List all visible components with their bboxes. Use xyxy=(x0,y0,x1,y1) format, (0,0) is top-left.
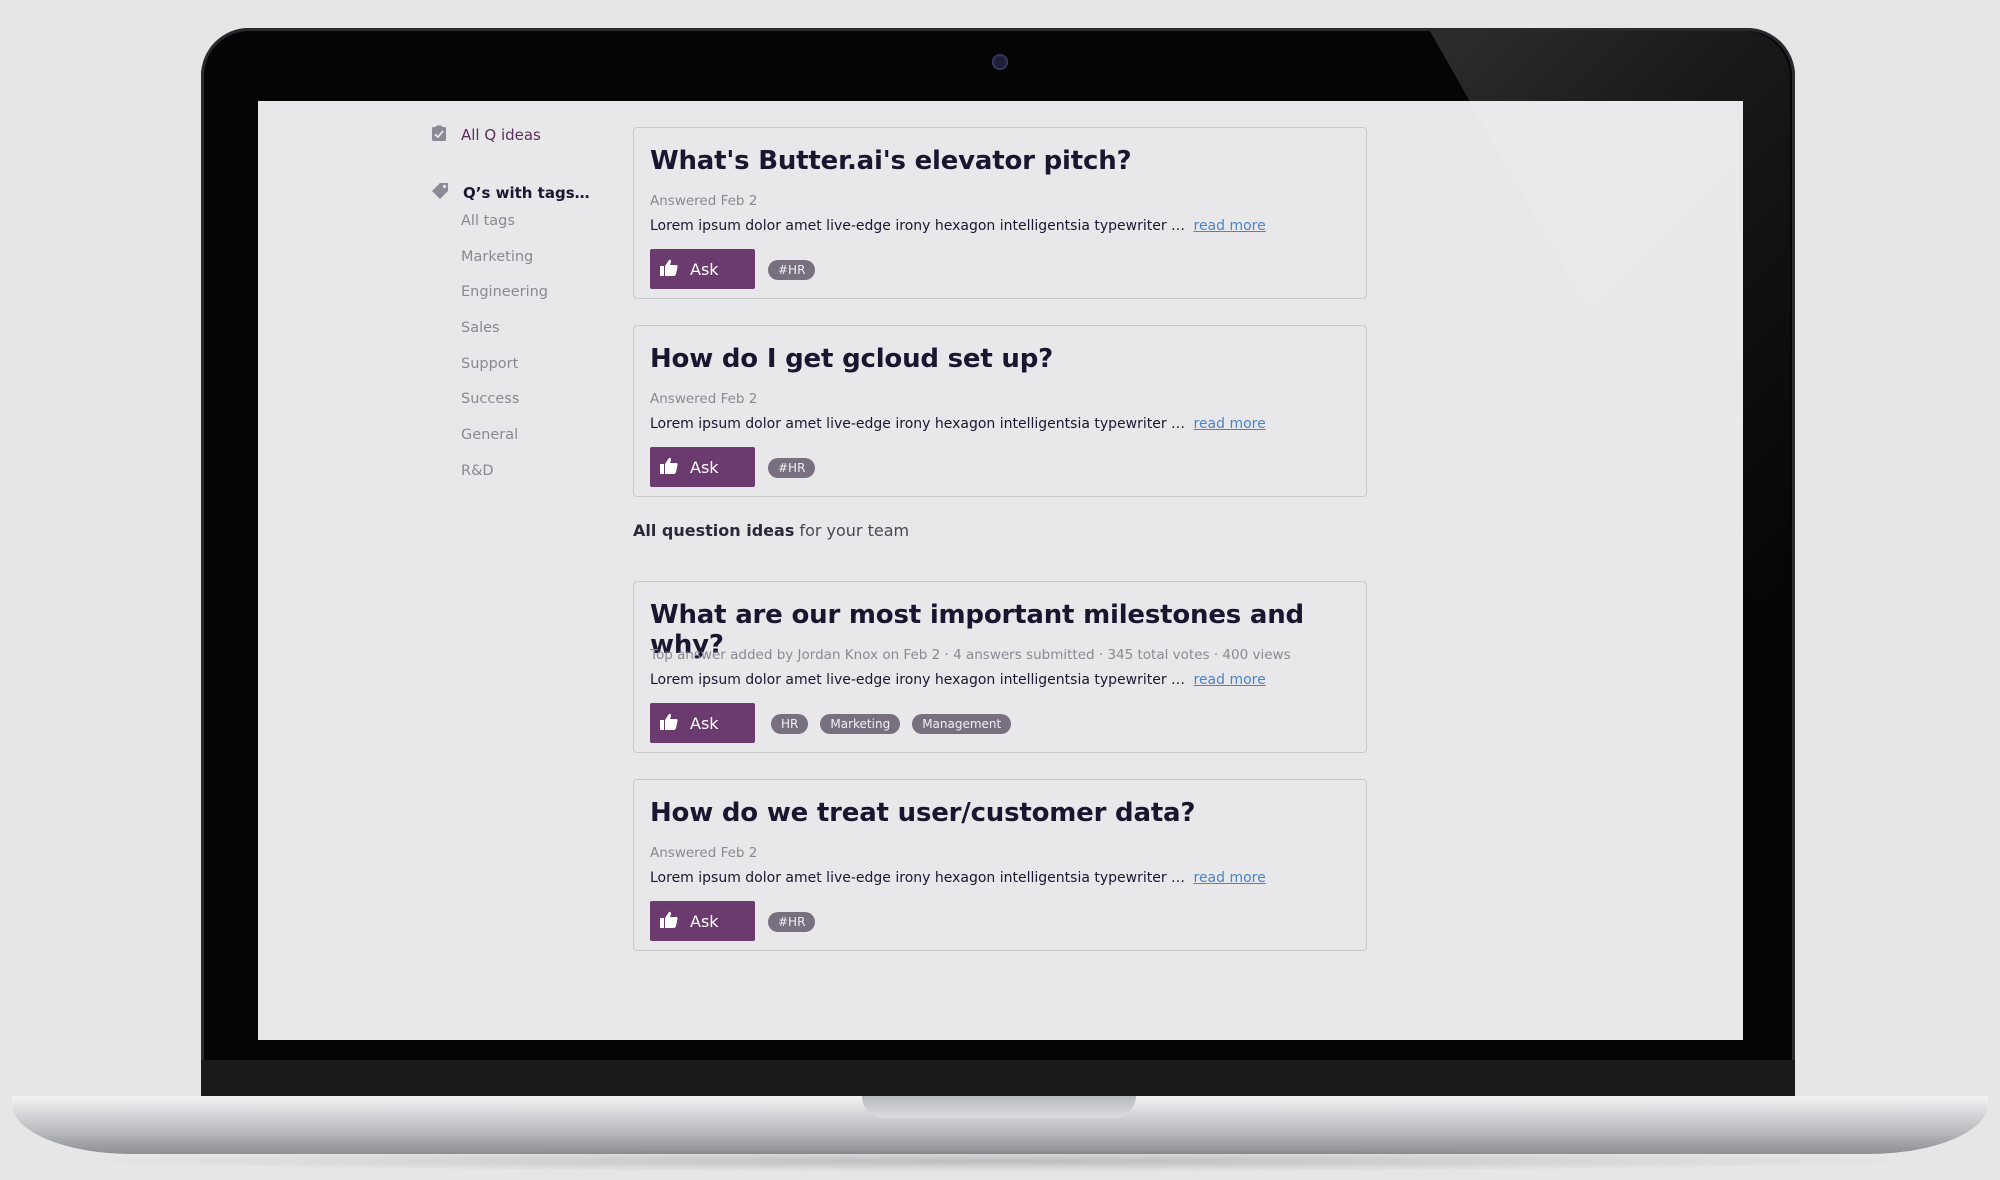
tag-icon xyxy=(431,182,450,205)
question-meta: Answered Feb 2 xyxy=(650,193,758,209)
laptop-shadow xyxy=(60,1150,1940,1172)
laptop-hinge xyxy=(201,1060,1795,1096)
question-excerpt: Lorem ipsum dolor amet live-edge irony h… xyxy=(650,218,1266,234)
section-heading: All question ideas for your team xyxy=(633,521,1367,541)
thumbs-up-icon xyxy=(660,713,678,734)
sidebar-item-general[interactable]: General xyxy=(461,420,631,456)
excerpt-text: Lorem ipsum dolor amet live-edge irony h… xyxy=(650,218,1186,234)
sidebar-item-sales[interactable]: Sales xyxy=(461,313,631,349)
question-excerpt: Lorem ipsum dolor amet live-edge irony h… xyxy=(650,672,1266,688)
tag-badge[interactable]: HR xyxy=(771,714,809,734)
excerpt-text: Lorem ipsum dolor amet live-edge irony h… xyxy=(650,416,1186,432)
read-more-link[interactable]: read more xyxy=(1194,672,1266,688)
question-card: How do I get gcloud set up? Answered Feb… xyxy=(633,325,1367,497)
sidebar-item-marketing[interactable]: Marketing xyxy=(461,242,631,278)
question-card: How do we treat user/customer data? Answ… xyxy=(633,779,1367,951)
read-more-link[interactable]: read more xyxy=(1194,416,1266,432)
excerpt-text: Lorem ipsum dolor amet live-edge irony h… xyxy=(650,870,1186,886)
sidebar-tags-label: Q’s with tags… xyxy=(463,184,590,202)
tag-list: #HR xyxy=(768,458,816,478)
thumbs-up-icon xyxy=(660,259,678,280)
camera-icon xyxy=(992,54,1008,70)
question-meta: Answered Feb 2 xyxy=(650,391,758,407)
question-feed: What's Butter.ai's elevator pitch? Answe… xyxy=(633,127,1367,977)
ask-button[interactable]: Ask xyxy=(650,703,755,743)
ask-button-label: Ask xyxy=(690,713,719,733)
question-card: What's Butter.ai's elevator pitch? Answe… xyxy=(633,127,1367,299)
tag-list: HR Marketing Management xyxy=(771,714,1012,734)
ask-button-label: Ask xyxy=(690,457,719,477)
sidebar: All Q ideas Q’s with tags… All tags Mark… xyxy=(431,122,631,492)
tag-badge[interactable]: Marketing xyxy=(820,714,901,734)
question-excerpt: Lorem ipsum dolor amet live-edge irony h… xyxy=(650,870,1266,886)
question-title[interactable]: How do we treat user/customer data? xyxy=(650,798,1195,828)
section-heading-bold: All question ideas xyxy=(633,521,795,540)
ask-button[interactable]: Ask xyxy=(650,249,755,289)
sidebar-item-success[interactable]: Success xyxy=(461,384,631,420)
thumbs-up-icon xyxy=(660,911,678,932)
tag-badge[interactable]: #HR xyxy=(768,912,816,932)
ask-button-label: Ask xyxy=(690,259,719,279)
clipboard-icon xyxy=(431,125,447,146)
ask-button[interactable]: Ask xyxy=(650,901,755,941)
tag-badge[interactable]: #HR xyxy=(768,458,816,478)
app-screen: All Q ideas Q’s with tags… All tags Mark… xyxy=(258,101,1743,1040)
thumbs-up-icon xyxy=(660,457,678,478)
question-title[interactable]: What's Butter.ai's elevator pitch? xyxy=(650,146,1132,176)
tag-list: #HR xyxy=(768,260,816,280)
sidebar-item-engineering[interactable]: Engineering xyxy=(461,277,631,313)
question-meta: Answered Feb 2 xyxy=(650,845,758,861)
sidebar-tag-list: All tags Marketing Engineering Sales Sup… xyxy=(431,206,631,492)
sidebar-item-all-ideas[interactable]: All Q ideas xyxy=(431,122,631,148)
section-heading-rest: for your team xyxy=(794,521,910,540)
question-title[interactable]: How do I get gcloud set up? xyxy=(650,344,1053,374)
question-meta: Top answer added by Jordan Knox on Feb 2… xyxy=(650,647,1291,663)
tag-badge[interactable]: #HR xyxy=(768,260,816,280)
sidebar-item-support[interactable]: Support xyxy=(461,349,631,385)
read-more-link[interactable]: read more xyxy=(1194,870,1266,886)
sidebar-item-rnd[interactable]: R&D xyxy=(461,456,631,492)
ask-button-label: Ask xyxy=(690,911,719,931)
sidebar-item-all-ideas-label: All Q ideas xyxy=(461,126,541,144)
sidebar-item-all-tags[interactable]: All tags xyxy=(461,206,631,242)
read-more-link[interactable]: read more xyxy=(1194,218,1266,234)
excerpt-text: Lorem ipsum dolor amet live-edge irony h… xyxy=(650,672,1186,688)
question-excerpt: Lorem ipsum dolor amet live-edge irony h… xyxy=(650,416,1266,432)
tag-list: #HR xyxy=(768,912,816,932)
laptop-notch xyxy=(862,1096,1136,1118)
tag-badge[interactable]: Management xyxy=(912,714,1012,734)
sidebar-tags-heading[interactable]: Q’s with tags… xyxy=(431,180,631,206)
ask-button[interactable]: Ask xyxy=(650,447,755,487)
question-card: What are our most important milestones a… xyxy=(633,581,1367,753)
